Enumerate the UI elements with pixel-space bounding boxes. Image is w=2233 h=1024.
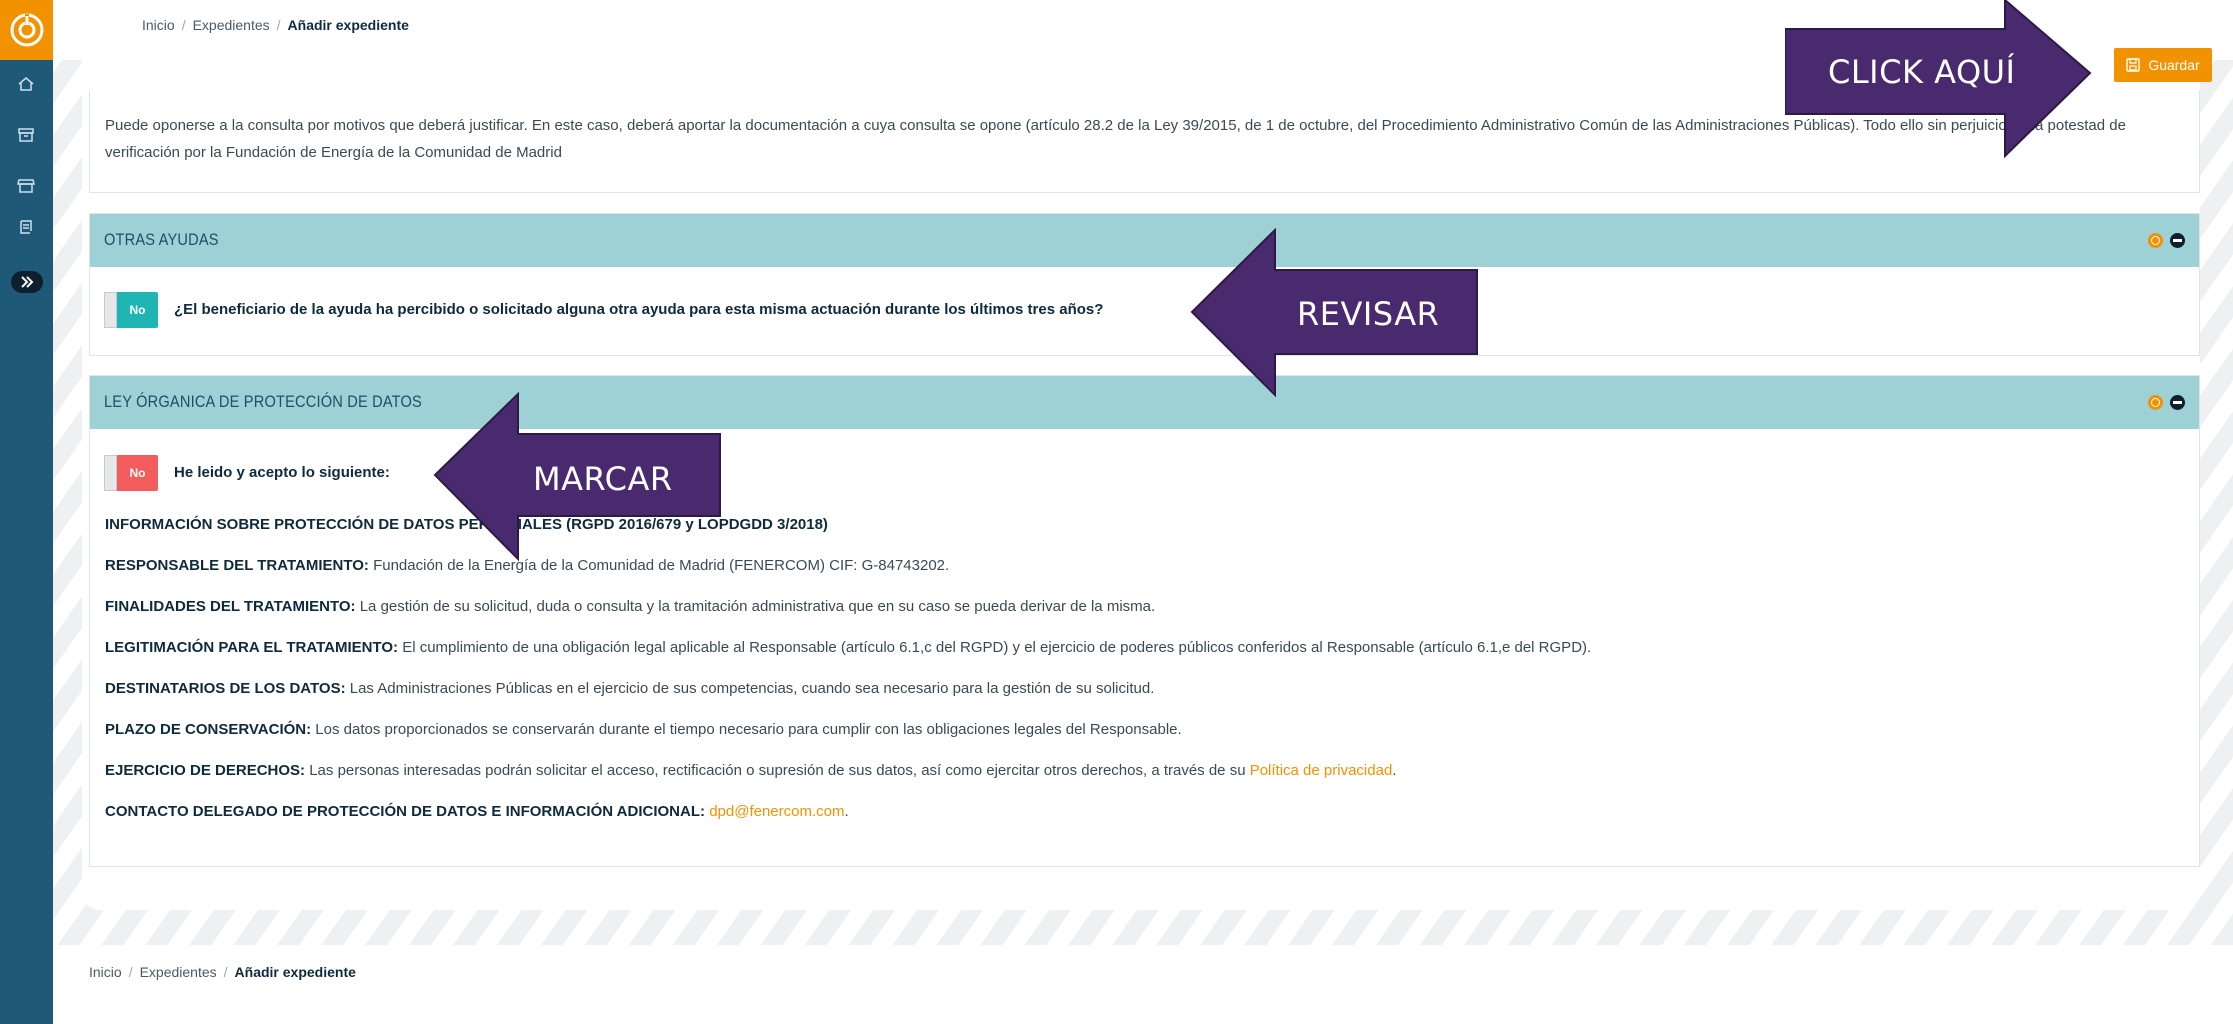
panel-title: LEY ÓRGANICA DE PROTECCIÓN DE DATOS — [104, 392, 422, 411]
collapse-icon[interactable] — [2170, 233, 2185, 248]
accept-lopd-label: He leido y acepto lo siguiente: — [174, 464, 390, 481]
lopd-line-legitimacion: LEGITIMACIÓN PARA EL TRATAMIENTO: El cum… — [105, 639, 1591, 656]
privacy-policy-link[interactable]: Política de privacidad — [1250, 762, 1393, 779]
app-logo[interactable] — [0, 0, 53, 60]
otras-ayudas-question: ¿El beneficiario de la ayuda ha percibid… — [174, 301, 1104, 318]
panel-header: LEY ÓRGANICA DE PROTECCIÓN DE DATOS — [90, 376, 2199, 429]
logo-icon — [10, 13, 43, 47]
toggle-knob — [104, 292, 117, 328]
toggle-label: No — [129, 303, 146, 317]
line-text: Las Administraciones Públicas en el ejer… — [345, 680, 1155, 697]
move-icon[interactable] — [2148, 395, 2163, 410]
lopd-line-finalidades: FINALIDADES DEL TRATAMIENTO: La gestión … — [105, 598, 1155, 615]
home-icon[interactable] — [12, 70, 40, 98]
double-chevron-right-icon — [21, 276, 34, 288]
panel-header: OTRAS AYUDAS — [90, 214, 2199, 267]
breadcrumb-home[interactable]: Inicio — [89, 964, 122, 980]
line-label: RESPONSABLE DEL TRATAMIENTO: — [105, 557, 369, 574]
breadcrumb: Inicio / Expedientes / Añadir expediente — [142, 17, 409, 33]
line-end: . — [1392, 762, 1397, 779]
scroll-icon[interactable] — [12, 214, 40, 242]
save-button[interactable]: Guardar — [2114, 48, 2212, 82]
breadcrumb-separator: / — [181, 17, 186, 33]
panel-title: OTRAS AYUDAS — [104, 230, 219, 249]
page-footer: Inicio / Expedientes / Añadir expediente — [53, 945, 2233, 1024]
otras-ayudas-toggle[interactable]: No — [104, 292, 158, 328]
dpd-email-link[interactable]: dpd@fenercom.com — [709, 803, 844, 820]
panel-lopd: LEY ÓRGANICA DE PROTECCIÓN DE DATOS No H… — [89, 375, 2200, 867]
breadcrumb-current: Añadir expediente — [234, 964, 356, 980]
expand-sidebar-button[interactable] — [11, 271, 43, 293]
save-button-label: Guardar — [2148, 57, 2200, 73]
panel-otras-ayudas: OTRAS AYUDAS No ¿El beneficiario de la a… — [89, 213, 2200, 356]
breadcrumb-section[interactable]: Expedientes — [140, 964, 217, 980]
line-text: Los datos proporcionados se conservarán … — [311, 721, 1182, 738]
line-end: . — [844, 803, 849, 820]
line-text: El cumplimiento de una obligación legal … — [398, 639, 1592, 656]
mark-annotation: MARCAR — [533, 460, 673, 498]
lopd-line-contacto: CONTACTO DELEGADO DE PROTECCIÓN DE DATOS… — [105, 803, 849, 820]
line-label: PLAZO DE CONSERVACIÓN: — [105, 721, 312, 738]
breadcrumb-separator: / — [128, 964, 133, 980]
breadcrumb-separator: / — [276, 17, 281, 33]
line-label: LEGITIMACIÓN PARA EL TRATAMIENTO: — [105, 639, 399, 656]
toggle-label: No — [129, 466, 146, 480]
line-label: FINALIDADES DEL TRATAMIENTO: — [105, 598, 356, 615]
breadcrumb-home[interactable]: Inicio — [142, 17, 175, 33]
footer-breadcrumb: Inicio / Expedientes / Añadir expediente — [89, 964, 356, 980]
line-label: DESTINATARIOS DE LOS DATOS: — [105, 680, 346, 697]
store-icon[interactable] — [12, 172, 40, 200]
lopd-line-plazo: PLAZO DE CONSERVACIÓN: Los datos proporc… — [105, 721, 1182, 738]
line-text: La gestión de su solicitud, duda o consu… — [355, 598, 1156, 615]
breadcrumb-separator: / — [223, 964, 228, 980]
breadcrumb-current: Añadir expediente — [287, 17, 409, 33]
line-label: EJERCICIO DE DERECHOS: — [105, 762, 306, 779]
lopd-line-derechos: EJERCICIO DE DERECHOS: Las personas inte… — [105, 762, 1396, 779]
archive-icon[interactable] — [12, 121, 40, 149]
move-icon[interactable] — [2148, 233, 2163, 248]
sidebar — [0, 0, 53, 1024]
line-text: Las personas interesadas podrán solicita… — [305, 762, 1250, 779]
save-icon — [2126, 58, 2141, 72]
accept-lopd-toggle[interactable]: No — [104, 455, 158, 491]
breadcrumb-section[interactable]: Expedientes — [193, 17, 270, 33]
collapse-icon[interactable] — [2170, 395, 2185, 410]
review-annotation: REVISAR — [1297, 295, 1440, 333]
click-here-annotation: CLICK AQUÍ — [1828, 53, 2016, 91]
line-label: CONTACTO DELEGADO DE PROTECCIÓN DE DATOS… — [105, 803, 706, 820]
toggle-knob — [104, 455, 117, 491]
lopd-line-destinatarios: DESTINATARIOS DE LOS DATOS: Las Administ… — [105, 680, 1154, 697]
